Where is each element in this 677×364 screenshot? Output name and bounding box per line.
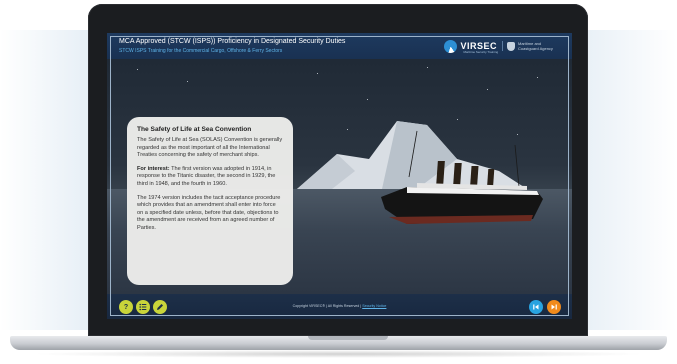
laptop-notch [308,336,388,340]
mca-logo: Maritime and Coastguard Agency [502,41,562,51]
crest-icon [507,41,515,51]
partner-text: Maritime and Coastguard Agency [518,41,553,51]
virsec-logo: VIRSEC Maritime Security Training [444,37,499,55]
card-paragraph-2: For interest: The first version was adop… [137,166,283,189]
copyright-bar: Copyright VIRSEC® | All Rights Reserved … [107,304,572,308]
course-screen: MCA Approved (STCW (ISPS)) Proficiency i… [107,33,572,319]
course-header: MCA Approved (STCW (ISPS)) Proficiency i… [107,33,572,59]
previous-button[interactable] [529,300,543,314]
logo-tagline: Maritime Security Training [463,50,499,54]
globe-icon [444,39,458,53]
course-subtitle: STCW ISPS Training for the Commercial Ca… [119,48,283,54]
logo-group: VIRSEC Maritime Security Training Mariti… [444,37,562,55]
course-footer: ? Copyright VIRSEC® | All Rights Reserve… [107,294,572,319]
copyright-text: Copyright VIRSEC® | All Rights Reserved … [292,304,362,308]
previous-icon [533,304,539,310]
security-notice-link[interactable]: Security Notice [362,304,386,308]
titanic-scene: The Safety of Life at Sea Convention The… [107,59,572,294]
next-icon [551,304,557,310]
card-title: The Safety of Life at Sea Convention [137,126,252,133]
info-card: The Safety of Life at Sea Convention The… [127,117,293,285]
card-paragraph-3: The 1974 version includes the tacit acce… [137,194,281,231]
course-title: MCA Approved (STCW (ISPS)) Proficiency i… [119,38,346,45]
next-button[interactable] [547,300,561,314]
card-paragraph-1: The Safety of Life at Sea (SOLAS) Conven… [137,137,283,159]
laptop-shadow [30,350,647,358]
laptop-base [10,336,667,350]
card-interest-label: For interest: [137,165,170,172]
